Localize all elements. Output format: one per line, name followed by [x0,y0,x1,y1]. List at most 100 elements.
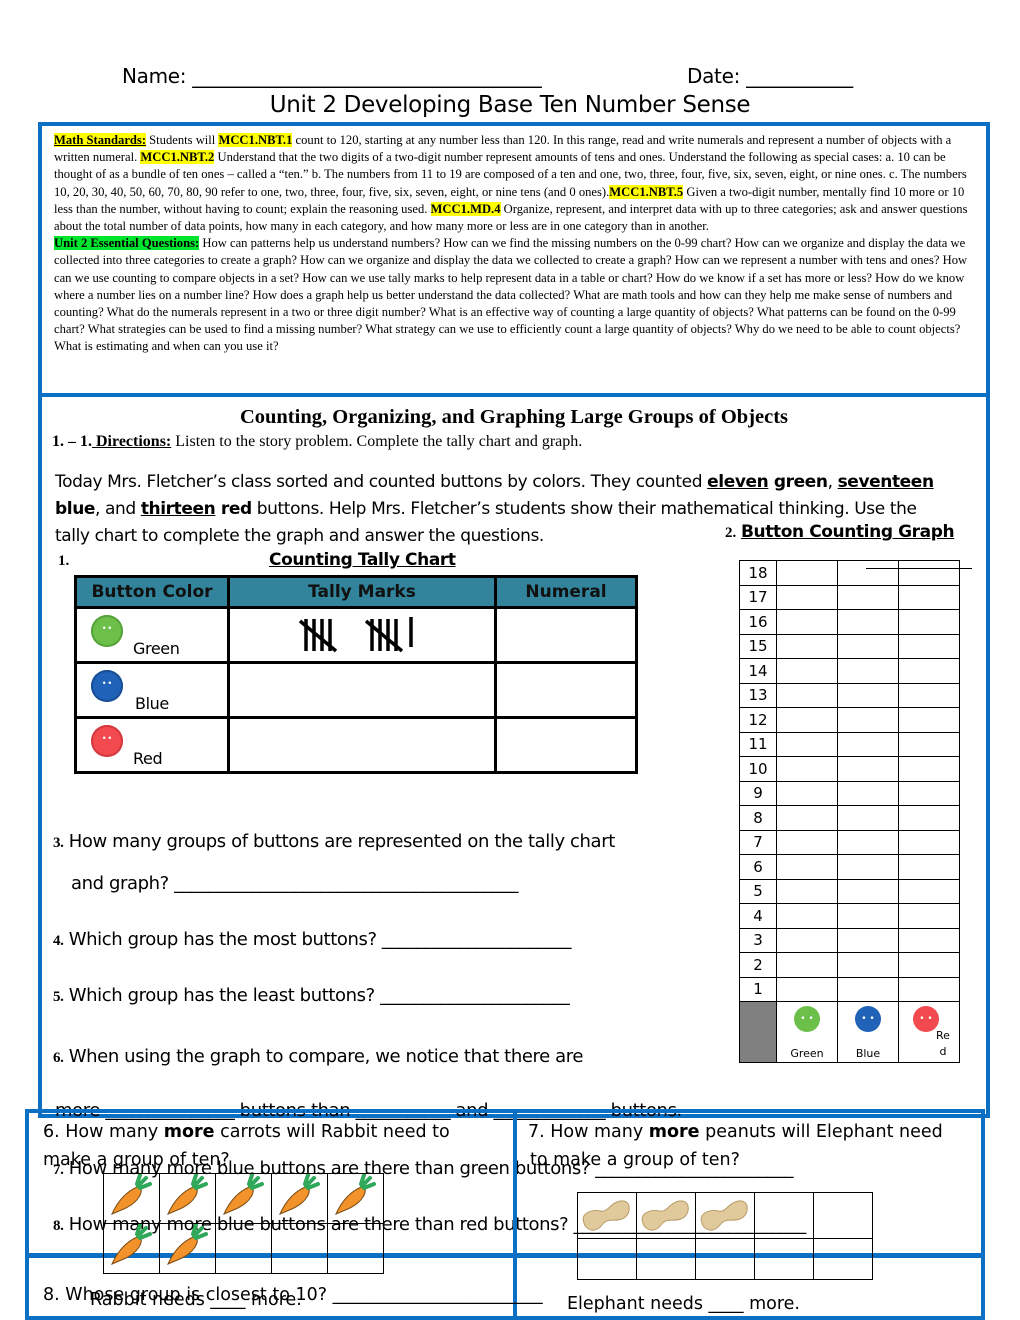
numeral-cell-red[interactable] [494,716,638,774]
graph-cell-red[interactable] [898,731,960,757]
standards-text-1: Students will [146,133,219,147]
graph-cell-red[interactable] [898,633,960,659]
question-3-answer[interactable]: and graph? _____________________________… [71,873,519,894]
question-number: 3. [53,835,64,851]
tally-cell-blue[interactable] [227,661,497,719]
graph-cell-blue[interactable] [837,682,899,708]
graph-cell-blue[interactable] [837,976,899,1002]
graph-cell-blue[interactable] [837,927,899,953]
graph-cell-blue[interactable] [837,805,899,831]
graph-cell-red[interactable] [898,780,960,806]
graph-cell-red[interactable] [898,976,960,1002]
standards-text: Math Standards: Students will MCC1.NBT.1… [54,132,976,384]
graph-row: 1 [739,976,960,1002]
graph-cell-green[interactable] [776,854,838,880]
graph-cell-blue[interactable] [837,878,899,904]
graph-cell-green[interactable] [776,829,838,855]
graph-cell-blue[interactable] [837,658,899,684]
graph-category-row: Green Blue Re d [739,1001,960,1063]
ten-frame-cell [754,1192,814,1239]
graph-cell-blue[interactable] [837,903,899,929]
graph-y-label: 18 [739,560,777,586]
ten-frame-cell [271,1223,328,1274]
graph-cell-blue[interactable] [837,584,899,610]
graph-cell-red[interactable] [898,658,960,684]
ten-frame-cell [271,1173,328,1224]
graph-cell-red[interactable] [898,903,960,929]
graph-cell-red[interactable] [898,952,960,978]
graph-cell-red[interactable] [898,854,960,880]
math-standards-label: Math Standards: [54,133,147,147]
graph-row: 5 [739,878,960,904]
graph-cell-red[interactable] [898,927,960,953]
graph-row: 7 [739,829,960,855]
story-keyword: seventeen [837,472,934,492]
graph-cell-red[interactable] [898,609,960,635]
ten-frame-cell [695,1238,755,1280]
graph-y-label: 4 [739,903,777,929]
graph-cell-green[interactable] [776,584,838,610]
graph-cell-green[interactable] [776,658,838,684]
graph-cell-blue[interactable] [837,952,899,978]
date-field-label[interactable]: Date: ___________ [687,64,853,88]
graph-cell-green[interactable] [776,878,838,904]
tally-cell-red[interactable] [227,716,497,774]
graph-cell-green[interactable] [776,780,838,806]
graph-cell-red[interactable] [898,584,960,610]
graph-cell-green[interactable] [776,731,838,757]
graph-cell-green[interactable] [776,560,838,586]
rabbit-answer[interactable]: Rabbit needs ____ more. [90,1290,302,1310]
graph-cell-blue[interactable] [837,731,899,757]
graph-y-label: 16 [739,609,777,635]
graph-cell-green[interactable] [776,976,838,1002]
graph-y-label: 17 [739,584,777,610]
graph-cell-green[interactable] [776,805,838,831]
graph-cell-green[interactable] [776,609,838,635]
ten-frame-cell [103,1223,160,1274]
graph-cell-green[interactable] [776,756,838,782]
graph-cell-red[interactable] [898,707,960,733]
graph-cell-blue[interactable] [837,609,899,635]
graph-cell-green[interactable] [776,927,838,953]
graph-cell-blue[interactable] [837,560,899,586]
graph-cell-red[interactable] [898,682,960,708]
graph-cell-green[interactable] [776,903,838,929]
tally-cell-green[interactable] [227,606,497,664]
graph-cell-blue[interactable] [837,854,899,880]
rabbit-question: 6. How many more carrots will Rabbit nee… [43,1122,450,1142]
graph-cell-green[interactable] [776,952,838,978]
graph-category-label: Green [790,1047,824,1060]
standard-code: MCC1.NBT.1 [218,133,293,147]
graph-cell-red[interactable] [898,805,960,831]
graph-cell-green[interactable] [776,633,838,659]
question-number: 4. [53,933,64,949]
elephant-q-bold: more [648,1122,700,1142]
graph-cell-red[interactable] [898,878,960,904]
graph-y-label: 2 [739,952,777,978]
green-button-icon [794,1006,820,1032]
graph-title: Button Counting Graph [740,522,955,542]
question-4[interactable]: 4. Which group has the most buttons? ___… [53,929,572,950]
ten-frame-cell [813,1238,873,1280]
graph-cell-green[interactable] [776,682,838,708]
elephant-answer[interactable]: Elephant needs ____ more. [567,1294,800,1318]
graph-cell-red[interactable] [898,756,960,782]
color-label: Red [133,749,163,768]
graph-cell-blue[interactable] [837,633,899,659]
graph-category: Blue [837,1001,899,1063]
graph-cell-blue[interactable] [837,780,899,806]
graph-cell-green[interactable] [776,707,838,733]
graph-cell-blue[interactable] [837,756,899,782]
graph-category: Re d [898,1001,960,1063]
name-field-label[interactable]: Name: __________________________________… [122,64,542,88]
numeral-cell-blue[interactable] [494,661,638,719]
color-label: Blue [135,694,169,713]
graph-cell-blue[interactable] [837,829,899,855]
question-5[interactable]: 5. Which group has the least buttons? __… [53,985,570,1006]
color-label: Green [133,639,180,658]
tally-row-blue: Blue [74,661,638,719]
graph-cell-blue[interactable] [837,707,899,733]
numeral-cell-green[interactable] [494,606,638,664]
graph-cell-red[interactable] [898,560,960,586]
graph-cell-red[interactable] [898,829,960,855]
